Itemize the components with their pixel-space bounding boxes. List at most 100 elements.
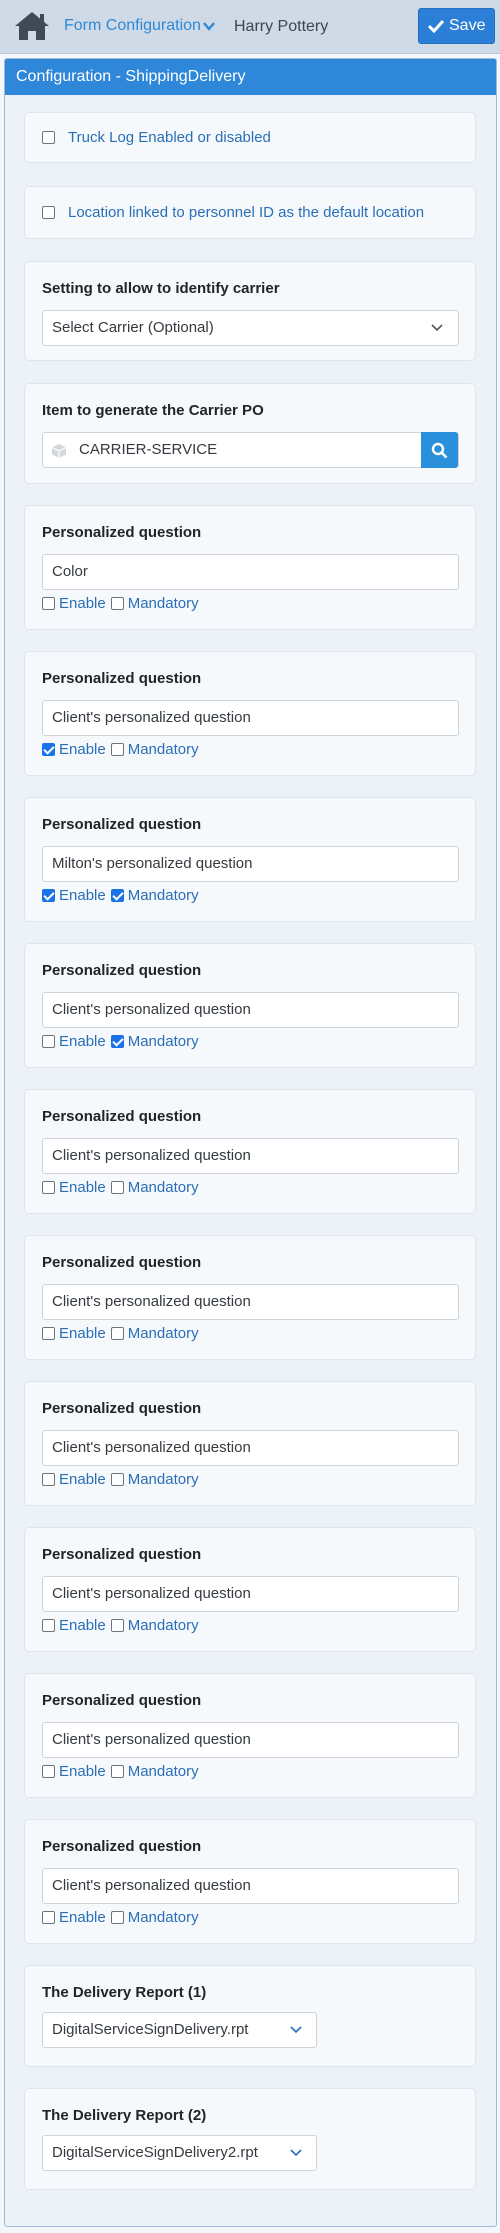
personalized-question-card: Personalized question Client's personaliz… — [24, 1527, 476, 1652]
mandatory-label[interactable]: Mandatory — [128, 741, 199, 758]
question-input[interactable]: Client's personalized question — [42, 1576, 459, 1612]
question-title: Personalized question — [42, 524, 202, 541]
question-input-value: Client's personalized question — [52, 709, 251, 726]
mandatory-checkbox[interactable] — [110, 1765, 124, 1778]
enable-checkbox[interactable] — [42, 1181, 55, 1194]
form-configuration-menu[interactable]: Form Configuration — [64, 17, 215, 35]
question-title: Personalized question — [42, 1400, 202, 1417]
question-input[interactable]: Color — [42, 554, 459, 590]
truck-log-card: Truck Log Enabled or disabled — [24, 112, 476, 163]
search-button[interactable] — [421, 432, 458, 468]
personalized-question-card: Personalized question Milton's personaliz… — [24, 797, 476, 922]
check-icon — [428, 19, 444, 33]
report-select-value: DigitalServiceSignDelivery2.rpt — [52, 2144, 258, 2161]
personalized-question-card: Personalized question Client's personaliz… — [24, 1235, 476, 1360]
question-options: Enable Mandatory — [42, 595, 199, 612]
question-input-value: Client's personalized question — [52, 1439, 251, 1456]
question-title: Personalized question — [42, 1838, 202, 1855]
mandatory-checkbox[interactable] — [110, 1181, 124, 1194]
enable-checkbox[interactable] — [42, 1619, 55, 1632]
carrier-po-value: CARRIER-SERVICE — [79, 441, 218, 458]
question-input[interactable]: Client's personalized question — [42, 700, 459, 736]
location-link-card: Location linked to personnel ID as the d… — [24, 186, 476, 239]
enable-checkbox[interactable] — [42, 1327, 55, 1340]
menu-label: Form Configuration — [64, 17, 201, 34]
user-name: Harry Pottery — [234, 18, 329, 35]
enable-label[interactable]: Enable — [59, 1033, 106, 1050]
question-title: Personalized question — [42, 816, 202, 833]
location-link-setting[interactable]: Location linked to personnel ID as the d… — [42, 204, 424, 221]
question-title: Personalized question — [42, 1108, 202, 1125]
location-link-checkbox[interactable] — [42, 206, 55, 219]
question-input[interactable]: Client's personalized question — [42, 1722, 459, 1758]
mandatory-label[interactable]: Mandatory — [128, 1909, 199, 1926]
report-select[interactable]: DigitalServiceSignDelivery.rpt — [42, 2012, 317, 2048]
chevron-down-icon — [290, 2149, 302, 2157]
mandatory-label[interactable]: Mandatory — [128, 1325, 199, 1342]
report-select-value: DigitalServiceSignDelivery.rpt — [52, 2021, 249, 2038]
question-options: Enable Mandatory — [42, 887, 199, 904]
personalized-question-card: Personalized question Client's personaliz… — [24, 943, 476, 1068]
truck-log-label: Truck Log Enabled or disabled — [68, 129, 271, 146]
question-input[interactable]: Client's personalized question — [42, 992, 459, 1028]
enable-checkbox[interactable] — [42, 1765, 55, 1778]
mandatory-checkbox[interactable] — [110, 1473, 124, 1486]
question-options: Enable Mandatory — [42, 1325, 199, 1342]
mandatory-checkbox[interactable] — [110, 1327, 124, 1340]
enable-checkbox[interactable] — [42, 889, 55, 902]
enable-label[interactable]: Enable — [59, 1179, 106, 1196]
question-input-value: Client's personalized question — [52, 1731, 251, 1748]
carrier-po-card: Item to generate the Carrier PO CARRIER-S… — [24, 383, 476, 484]
enable-label[interactable]: Enable — [59, 1763, 106, 1780]
question-input[interactable]: Milton's personalized question — [42, 846, 459, 882]
mandatory-label[interactable]: Mandatory — [128, 1763, 199, 1780]
chevron-down-icon — [290, 2026, 302, 2034]
question-options: Enable Mandatory — [42, 1909, 199, 1926]
mandatory-label[interactable]: Mandatory — [128, 1471, 199, 1488]
question-input[interactable]: Client's personalized question — [42, 1430, 459, 1466]
enable-checkbox[interactable] — [42, 597, 55, 610]
enable-label[interactable]: Enable — [59, 1471, 106, 1488]
question-input[interactable]: Client's personalized question — [42, 1868, 459, 1904]
enable-checkbox[interactable] — [42, 1035, 55, 1048]
truck-log-setting[interactable]: Truck Log Enabled or disabled — [42, 129, 271, 146]
mandatory-label[interactable]: Mandatory — [128, 887, 199, 904]
personalized-question-card: Personalized question Color Enable Mandator… — [24, 505, 476, 630]
enable-label[interactable]: Enable — [59, 1617, 106, 1634]
mandatory-label[interactable]: Mandatory — [128, 595, 199, 612]
personalized-question-card: Personalized question Client's personaliz… — [24, 1819, 476, 1944]
report-select[interactable]: DigitalServiceSignDelivery2.rpt — [42, 2135, 317, 2171]
carrier-po-input[interactable]: CARRIER-SERVICE — [42, 432, 459, 468]
mandatory-label[interactable]: Mandatory — [128, 1033, 199, 1050]
enable-label[interactable]: Enable — [59, 741, 106, 758]
question-options: Enable Mandatory — [42, 1763, 199, 1780]
mandatory-checkbox[interactable] — [110, 597, 124, 610]
enable-label[interactable]: Enable — [59, 595, 106, 612]
enable-label[interactable]: Enable — [59, 1325, 106, 1342]
question-input-value: Client's personalized question — [52, 1001, 251, 1018]
mandatory-label[interactable]: Mandatory — [128, 1179, 199, 1196]
top-navbar: Form Configuration Harry Pottery Save — [0, 0, 500, 54]
enable-checkbox[interactable] — [42, 1911, 55, 1924]
enable-label[interactable]: Enable — [59, 1909, 106, 1926]
mandatory-checkbox[interactable] — [110, 1035, 124, 1048]
mandatory-label[interactable]: Mandatory — [128, 1617, 199, 1634]
mandatory-checkbox[interactable] — [110, 889, 124, 902]
delivery-report-card: The Delivery Report (2) DigitalServiceSig… — [24, 2088, 476, 2190]
question-input[interactable]: Client's personalized question — [42, 1138, 459, 1174]
enable-checkbox[interactable] — [42, 1473, 55, 1486]
save-button[interactable]: Save — [418, 8, 495, 44]
mandatory-checkbox[interactable] — [110, 1619, 124, 1632]
mandatory-checkbox[interactable] — [110, 743, 124, 756]
cube-icon — [51, 444, 67, 458]
truck-log-checkbox[interactable] — [42, 131, 55, 144]
question-title: Personalized question — [42, 962, 202, 979]
question-options: Enable Mandatory — [42, 741, 199, 758]
question-input[interactable]: Client's personalized question — [42, 1284, 459, 1320]
mandatory-checkbox[interactable] — [110, 1911, 124, 1924]
carrier-select[interactable]: Select Carrier (Optional) — [42, 310, 459, 346]
enable-checkbox[interactable] — [42, 743, 55, 756]
enable-label[interactable]: Enable — [59, 887, 106, 904]
question-input-value: Client's personalized question — [52, 1877, 251, 1894]
home-icon[interactable] — [13, 10, 51, 42]
